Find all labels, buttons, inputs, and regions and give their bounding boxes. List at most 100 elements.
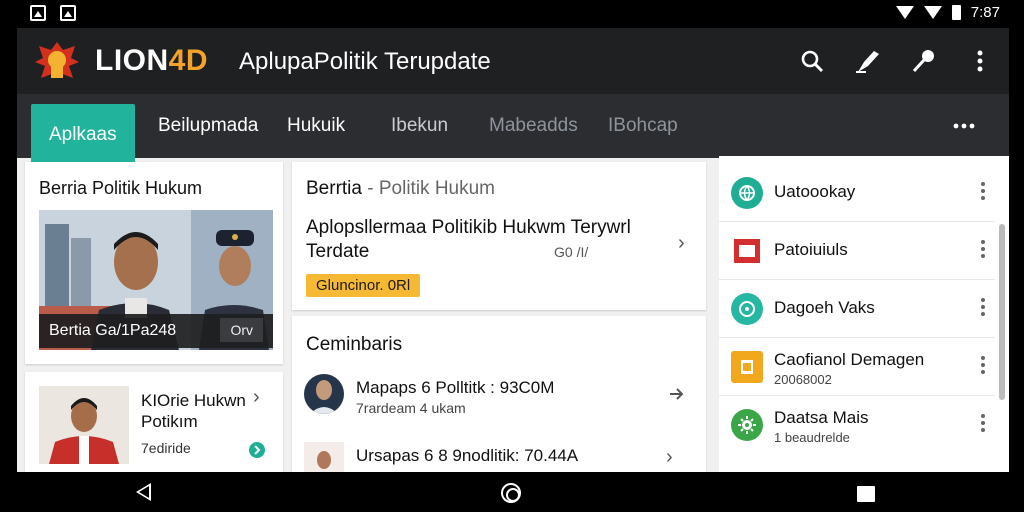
person-avatar-icon bbox=[304, 374, 344, 414]
gear-icon bbox=[731, 409, 763, 441]
navigation-bar bbox=[0, 472, 1024, 512]
comments-card: Ceminbaris Mapaps 6 Polltitk : 93C0M 7ra… bbox=[292, 316, 706, 472]
mini-news-card[interactable]: KIOrie Hukwn Potikım 7ediride › bbox=[25, 372, 283, 472]
tabs-overflow-button[interactable] bbox=[953, 116, 975, 134]
article-headline: Aplopsllermaa Politikib Hukwm Terywrl Te… bbox=[306, 217, 631, 262]
compass-icon bbox=[731, 293, 763, 325]
middle-column: Berrtia - Politik Hukum Aplopsllermaa Po… bbox=[292, 162, 706, 472]
comments-section-title: Ceminbaris bbox=[306, 334, 403, 355]
item-more-button[interactable] bbox=[981, 182, 985, 200]
article-tag-badge[interactable]: Gluncinor. 0Rl bbox=[306, 274, 421, 297]
list-item[interactable]: Dagoeh Vaks bbox=[719, 280, 995, 338]
list-item[interactable]: Patoiuiuls bbox=[719, 222, 995, 280]
wifi-icon bbox=[895, 6, 914, 19]
clock: 7:87 bbox=[970, 4, 1000, 21]
list-item[interactable]: Daatsa Mais 1 beaudrelde bbox=[719, 396, 995, 454]
mic-button[interactable] bbox=[909, 46, 939, 76]
mini-title-line1: KIOrie Hukwn bbox=[141, 391, 246, 410]
featured-image-caption: Bertia Ga/1Pa248 Orv bbox=[39, 314, 273, 348]
list-item[interactable]: Uatoookay bbox=[719, 164, 995, 222]
toolbar-actions bbox=[797, 46, 995, 76]
signal-icon bbox=[923, 6, 942, 19]
article-header-separator: - bbox=[361, 178, 379, 199]
battery-icon bbox=[951, 5, 961, 20]
article-count: G0 /I/ bbox=[554, 244, 589, 260]
list-item[interactable]: Ursapas 6 8 9nodlitik: 70.44A › bbox=[304, 442, 694, 472]
search-icon bbox=[801, 50, 824, 73]
article-header: Berrtia - Politik Hukum bbox=[306, 178, 495, 200]
article-card[interactable]: Berrtia - Politik Hukum Aplopsllermaa Po… bbox=[292, 162, 706, 310]
avatar bbox=[304, 374, 344, 414]
notification-icons bbox=[30, 5, 76, 21]
status-bar: 7:87 bbox=[0, 0, 1024, 28]
list-item[interactable]: Mapaps 6 Polltitk : 93C0M 7rardeam 4 uka… bbox=[304, 374, 694, 426]
mini-news-thumbnail bbox=[39, 386, 129, 464]
person-avatar-icon bbox=[304, 442, 344, 472]
list-item[interactable]: Caofianol Demagen 20068002 bbox=[719, 338, 995, 396]
list-item-title: Uatoookay bbox=[774, 182, 856, 201]
app-window: LION4D AplupaPolitik Terupdate Aplkaas B… bbox=[17, 28, 1009, 472]
item-more-button[interactable] bbox=[981, 414, 985, 432]
garuda-logo-icon bbox=[35, 42, 79, 78]
featured-card-title: Berria Politik Hukum bbox=[39, 178, 203, 198]
mini-news-subtitle: 7ediride bbox=[141, 440, 191, 456]
caption-button[interactable]: Orv bbox=[220, 318, 263, 342]
tab-beilupmada[interactable]: Beilupmada bbox=[158, 94, 258, 158]
chevron-right-icon[interactable]: › bbox=[253, 386, 260, 409]
more-vertical-icon bbox=[977, 50, 983, 72]
chevron-right-icon[interactable]: › bbox=[678, 232, 685, 255]
tab-aplkaas[interactable]: Aplkaas bbox=[31, 104, 135, 166]
share-arrow-icon[interactable] bbox=[668, 386, 684, 402]
edit-button[interactable] bbox=[853, 46, 883, 76]
list-item-subtitle: 1 beaudrelde bbox=[774, 430, 850, 445]
system-status: 7:87 bbox=[895, 4, 1000, 21]
microphone-icon bbox=[912, 50, 934, 73]
item-more-button[interactable] bbox=[981, 356, 985, 374]
globe-icon bbox=[731, 177, 763, 209]
avatar bbox=[304, 442, 344, 472]
more-horizontal-icon bbox=[953, 123, 975, 129]
right-column: Uatoookay Patoiuiuls Dagoeh Vaks Caofian… bbox=[719, 156, 1009, 472]
brand-main: LION bbox=[95, 44, 169, 77]
search-button[interactable] bbox=[797, 46, 827, 76]
app-title: AplupaPolitik Terupdate bbox=[239, 48, 491, 75]
article-header-category: Politik Hukum bbox=[378, 178, 496, 199]
list-item-title: Dagoeh Vaks bbox=[774, 298, 875, 317]
back-icon[interactable] bbox=[136, 483, 151, 501]
article-header-bold: Berrtia bbox=[306, 178, 362, 199]
list-item-title: Mapaps 6 Polltitk : 93C0M bbox=[356, 378, 555, 397]
list-item-title: Caofianol Demagen bbox=[774, 350, 925, 369]
mini-news-title: KIOrie Hukwn Potikım bbox=[141, 390, 246, 432]
left-column: Berria Politik Hukum Bertia Ga/1Pa248 Or… bbox=[25, 162, 283, 472]
caption-text: Bertia Ga/1Pa248 bbox=[49, 322, 177, 339]
brand-accent: 4D bbox=[168, 44, 209, 77]
add-badge-icon[interactable] bbox=[249, 442, 265, 458]
app-toolbar: LION4D AplupaPolitik Terupdate bbox=[17, 28, 1009, 94]
tab-ibohcap[interactable]: IBohcap bbox=[608, 94, 678, 158]
tab-ibekun[interactable]: Ibekun bbox=[391, 94, 448, 158]
list-item-subtitle: 20068002 bbox=[774, 372, 832, 387]
list-item-title: Patoiuiuls bbox=[774, 240, 848, 259]
item-more-button[interactable] bbox=[981, 298, 985, 316]
chevron-right-icon[interactable]: › bbox=[666, 446, 673, 469]
tab-hukuik[interactable]: Hukuik bbox=[287, 94, 345, 158]
tab-bar: Aplkaas Beilupmada Hukuik Ibekun Mabeadd… bbox=[17, 94, 1009, 166]
brand-name: LION4D bbox=[95, 44, 208, 78]
list-item-subtitle: 7rardeam 4 ukam bbox=[356, 400, 466, 416]
quill-icon bbox=[856, 51, 879, 73]
home-icon[interactable] bbox=[501, 483, 521, 503]
overflow-menu-button[interactable] bbox=[965, 46, 995, 76]
gallery-notification-icon bbox=[30, 5, 46, 21]
tab-mabeadds[interactable]: Mabeadds bbox=[489, 94, 578, 158]
list-item-title: Ursapas 6 8 9nodlitik: 70.44A bbox=[356, 446, 579, 465]
recent-apps-icon[interactable] bbox=[857, 486, 875, 502]
featured-news-card[interactable]: Berria Politik Hukum Bertia Ga/1Pa248 Or… bbox=[25, 162, 283, 364]
item-more-button[interactable] bbox=[981, 240, 985, 258]
official-portrait bbox=[39, 386, 129, 464]
mini-title-line2: Potikım bbox=[141, 412, 198, 431]
image-notification-icon bbox=[60, 5, 76, 21]
list-item-title: Daatsa Mais bbox=[774, 408, 869, 427]
document-icon bbox=[731, 351, 763, 383]
folder-icon bbox=[731, 235, 763, 267]
scrollbar-thumb[interactable] bbox=[999, 224, 1005, 400]
